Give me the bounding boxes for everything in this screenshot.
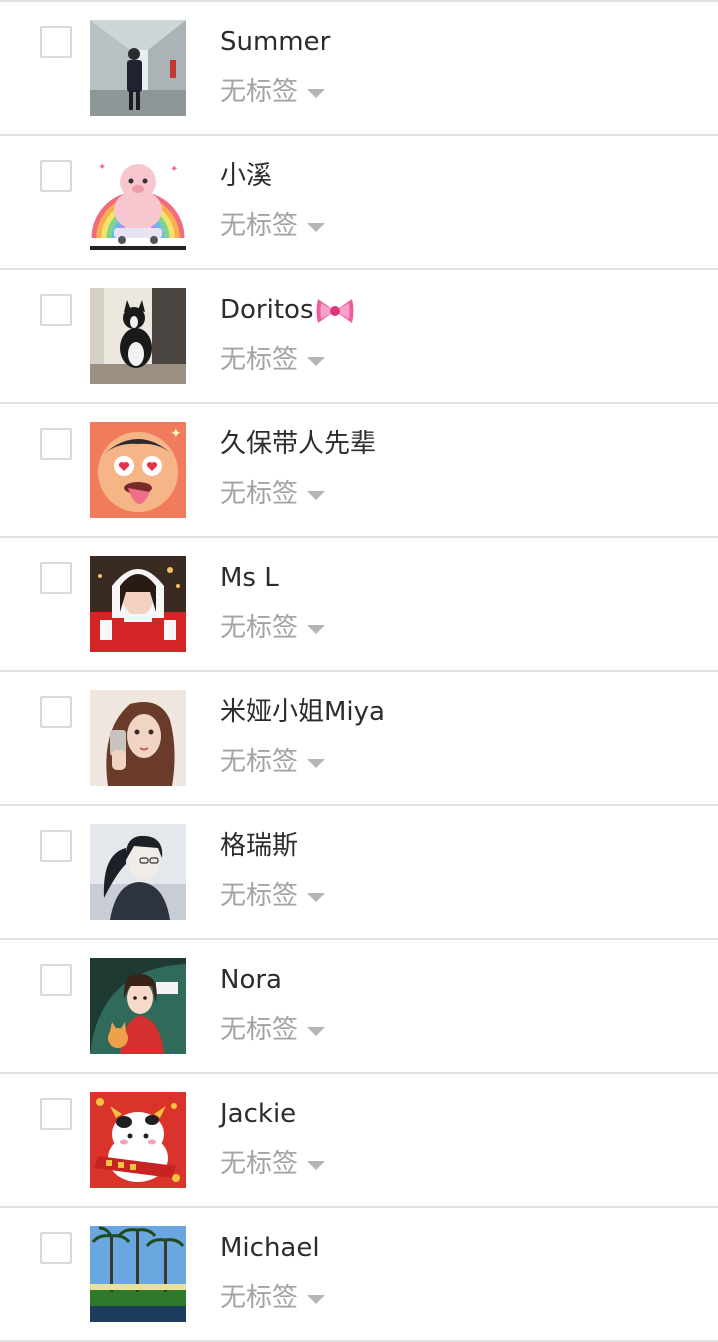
- contact-name: 久保带人先辈: [220, 429, 377, 459]
- photo-girl-corridor-icon[interactable]: [90, 20, 186, 116]
- contact-row: Ms L 无标签: [0, 538, 718, 672]
- contact-list: Summer 无标签 ✦ ✦ 小溪 无标签 Doritos 无标签 ✦ 久保带人…: [0, 2, 718, 1342]
- select-checkbox[interactable]: [40, 428, 72, 460]
- caret-down-icon: [307, 1026, 326, 1036]
- tag-dropdown[interactable]: 无标签: [220, 342, 326, 378]
- tag-dropdown[interactable]: 无标签: [220, 1146, 326, 1182]
- tag-label: 无标签: [220, 613, 299, 643]
- tag-label: 无标签: [220, 1149, 299, 1179]
- tag-dropdown[interactable]: 无标签: [220, 1280, 326, 1316]
- tag-dropdown[interactable]: 无标签: [220, 878, 326, 914]
- tag-label: 无标签: [220, 1283, 299, 1313]
- tag-dropdown[interactable]: 无标签: [220, 208, 326, 244]
- contact-name: Doritos: [220, 292, 355, 329]
- contact-row: 米娅小姐Miya 无标签: [0, 672, 718, 806]
- tag-dropdown[interactable]: 无标签: [220, 1012, 326, 1048]
- cartoon-girl-cat-icon[interactable]: [90, 958, 186, 1054]
- caret-down-icon: [307, 1160, 326, 1170]
- contact-row: Summer 无标签: [0, 2, 718, 136]
- caret-down-icon: [307, 1294, 326, 1304]
- contact-name: 米娅小姐Miya: [220, 697, 385, 727]
- contact-name: Nora: [220, 965, 282, 995]
- alpaca-rainbow-icon[interactable]: ✦ ✦: [90, 154, 186, 250]
- svg-text:✦: ✦: [98, 162, 106, 173]
- tag-label: 无标签: [220, 77, 299, 107]
- contact-name: Summer: [220, 27, 331, 57]
- dog-photo-icon[interactable]: [90, 288, 186, 384]
- tag-dropdown[interactable]: 无标签: [220, 476, 326, 512]
- anime-ponytail-icon[interactable]: [90, 824, 186, 920]
- caret-down-icon: [307, 88, 326, 98]
- contact-row: ✦ 久保带人先辈 无标签: [0, 404, 718, 538]
- tag-dropdown[interactable]: 无标签: [220, 74, 326, 110]
- tag-label: 无标签: [220, 1015, 299, 1045]
- select-checkbox[interactable]: [40, 160, 72, 192]
- contact-name: Michael: [220, 1233, 320, 1263]
- girl-selfie-photo-icon[interactable]: [90, 690, 186, 786]
- tag-dropdown[interactable]: 无标签: [220, 610, 326, 646]
- contact-row: 格瑞斯 无标签: [0, 806, 718, 940]
- contact-row: ✦ ✦ 小溪 无标签: [0, 136, 718, 270]
- cartoon-face-tongue-icon[interactable]: ✦: [90, 422, 186, 518]
- santa-girl-photo-icon[interactable]: [90, 556, 186, 652]
- contact-name: Ms L: [220, 563, 279, 593]
- caret-down-icon: [307, 490, 326, 500]
- tag-label: 无标签: [220, 211, 299, 241]
- select-checkbox[interactable]: [40, 964, 72, 996]
- contact-name: 格瑞斯: [220, 831, 299, 861]
- contact-name: 小溪: [220, 161, 273, 191]
- select-checkbox[interactable]: [40, 562, 72, 594]
- contact-row: Nora 无标签: [0, 940, 718, 1074]
- svg-text:✦: ✦: [170, 164, 178, 175]
- contact-name: Jackie: [220, 1099, 297, 1129]
- select-checkbox[interactable]: [40, 1232, 72, 1264]
- select-checkbox[interactable]: [40, 696, 72, 728]
- contact-row: Jackie 无标签: [0, 1074, 718, 1208]
- caret-down-icon: [307, 356, 326, 366]
- contact-row: Doritos 无标签: [0, 270, 718, 404]
- select-checkbox[interactable]: [40, 294, 72, 326]
- caret-down-icon: [307, 758, 326, 768]
- select-checkbox[interactable]: [40, 830, 72, 862]
- select-checkbox[interactable]: [40, 1098, 72, 1130]
- contact-row: Michael 无标签: [0, 1208, 718, 1342]
- caret-down-icon: [307, 892, 326, 902]
- contact-name-text: Doritos: [220, 295, 314, 325]
- cartoon-cow-new-year-icon[interactable]: [90, 1092, 186, 1188]
- ribbon-bow-icon: [316, 298, 353, 323]
- tag-label: 无标签: [220, 345, 299, 375]
- caret-down-icon: [307, 222, 326, 232]
- palm-trees-photo-icon[interactable]: [90, 1226, 186, 1322]
- tag-label: 无标签: [220, 881, 299, 911]
- select-checkbox[interactable]: [40, 26, 72, 58]
- caret-down-icon: [307, 624, 326, 634]
- tag-label: 无标签: [220, 747, 299, 777]
- svg-text:✦: ✦: [170, 426, 182, 442]
- tag-label: 无标签: [220, 479, 299, 509]
- tag-dropdown[interactable]: 无标签: [220, 744, 326, 780]
